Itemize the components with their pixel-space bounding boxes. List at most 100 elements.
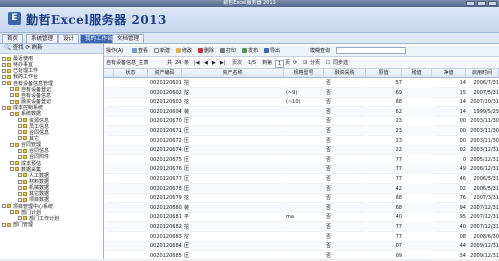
- column-header[interactable]: 残值: [402, 69, 432, 78]
- tab-home[interactable]: 首页: [2, 34, 24, 43]
- expand-toggle-icon[interactable]: [2, 81, 6, 86]
- row-select-checkbox[interactable]: [106, 193, 114, 204]
- column-header[interactable]: 净值: [432, 69, 466, 78]
- row-select-checkbox[interactable]: [106, 241, 114, 252]
- search-icon[interactable]: 🔍: [4, 45, 11, 51]
- row-select-checkbox[interactable]: [106, 126, 114, 136]
- operation-menu-button[interactable]: 操作(A): [106, 47, 123, 55]
- expand-toggle-icon[interactable]: [10, 210, 14, 215]
- tree-node[interactable]: 项目数据: [18, 197, 49, 203]
- expand-toggle-icon[interactable]: [18, 124, 22, 129]
- row-select-checkbox[interactable]: [106, 222, 114, 232]
- column-header[interactable]: 原值: [366, 69, 402, 78]
- tree-node[interactable]: 自有设备登记: [10, 87, 51, 93]
- select-all-column-header[interactable]: [104, 69, 114, 78]
- expand-toggle-icon[interactable]: [2, 74, 6, 79]
- view-button[interactable]: 查看: [132, 47, 148, 55]
- row-select-checkbox[interactable]: [106, 251, 114, 261]
- paging-checkbox[interactable]: ☑: [303, 59, 307, 68]
- publish-button[interactable]: 发布: [242, 47, 258, 55]
- expand-toggle-icon[interactable]: [2, 62, 6, 67]
- tree-node[interactable]: 成本预估: [10, 161, 41, 167]
- prev-page-icon[interactable]: ◀: [204, 59, 208, 68]
- expand-toggle-icon[interactable]: [18, 173, 22, 178]
- row-select-checkbox[interactable]: [106, 155, 114, 165]
- expand-toggle-icon[interactable]: [10, 161, 14, 166]
- column-header[interactable]: 规格型号: [284, 69, 324, 78]
- expand-toggle-icon[interactable]: [10, 111, 14, 116]
- tree-node[interactable]: 人工数据: [18, 173, 49, 179]
- delete-button[interactable]: 删除: [198, 47, 214, 55]
- tree-node[interactable]: 部门管理: [2, 222, 33, 228]
- row-select-checkbox[interactable]: [106, 107, 114, 117]
- tree-node[interactable]: 合同信息: [18, 130, 49, 136]
- expand-toggle-icon[interactable]: [2, 105, 6, 110]
- expand-toggle-icon[interactable]: [18, 185, 22, 190]
- refresh-icon[interactable]: ⟳: [293, 59, 297, 68]
- tab-system[interactable]: 系统管理: [26, 34, 59, 43]
- expand-toggle-icon[interactable]: [18, 197, 22, 202]
- new-button[interactable]: 新建: [154, 47, 170, 55]
- last-page-icon[interactable]: ▶|: [220, 59, 226, 68]
- expand-toggle-icon[interactable]: [18, 130, 22, 135]
- row-select-checkbox[interactable]: [106, 203, 114, 213]
- expand-toggle-icon[interactable]: [18, 191, 22, 196]
- expand-toggle-icon[interactable]: [2, 222, 6, 227]
- row-select-checkbox[interactable]: [106, 174, 114, 184]
- row-select-checkbox[interactable]: [106, 116, 114, 127]
- tab-design[interactable]: 设计: [58, 34, 80, 43]
- expand-toggle-icon[interactable]: [18, 148, 22, 153]
- expand-toggle-icon[interactable]: [10, 99, 14, 104]
- edit-button[interactable]: 修改: [176, 47, 192, 55]
- expand-toggle-icon[interactable]: [2, 56, 6, 61]
- maximize-button[interactable]: [477, 1, 486, 6]
- tree-node[interactable]: 合同附件: [18, 154, 49, 160]
- tree-node[interactable]: 自有设备信息: [10, 93, 51, 99]
- search-button[interactable]: 查找: [13, 45, 24, 51]
- expand-toggle-icon[interactable]: [18, 136, 22, 141]
- row-select-checkbox[interactable]: [106, 212, 114, 223]
- column-header[interactable]: 资产名称: [182, 69, 284, 78]
- expand-toggle-icon[interactable]: [2, 68, 6, 73]
- row-select-checkbox[interactable]: [106, 184, 114, 194]
- row-select-checkbox[interactable]: [106, 78, 114, 88]
- first-page-icon[interactable]: |◀: [194, 59, 200, 68]
- row-select-checkbox[interactable]: [106, 164, 114, 175]
- row-select-checkbox[interactable]: [106, 88, 114, 98]
- column-header[interactable]: 状态: [114, 69, 148, 78]
- refresh-button[interactable]: 刷新: [32, 45, 43, 51]
- expand-toggle-icon[interactable]: [10, 142, 14, 147]
- tree-node[interactable]: 部门计划: [10, 210, 41, 216]
- expand-toggle-icon[interactable]: [10, 93, 14, 98]
- next-page-icon[interactable]: ▶: [212, 59, 216, 68]
- refresh-icon[interactable]: ⟳: [25, 45, 30, 51]
- tree-node[interactable]: 我的工作台: [2, 74, 38, 80]
- row-select-checkbox[interactable]: [106, 232, 114, 242]
- tab-documents[interactable]: 文档管理: [112, 34, 145, 43]
- expand-toggle-icon[interactable]: [10, 87, 14, 92]
- column-header[interactable]: 融资采购: [324, 69, 366, 78]
- minimize-button[interactable]: [466, 1, 475, 6]
- fuzzy-search-input[interactable]: [336, 47, 406, 54]
- expand-toggle-icon[interactable]: [2, 204, 6, 209]
- expand-toggle-icon[interactable]: [18, 216, 22, 221]
- tree-node[interactable]: 资源信息: [18, 118, 49, 124]
- tree-node[interactable]: 自有设备信息管理: [2, 81, 53, 87]
- tree-node[interactable]: 员工信息: [18, 124, 49, 130]
- expand-toggle-icon[interactable]: [18, 179, 22, 184]
- same-step-checkbox[interactable]: ☐: [326, 59, 330, 68]
- tree-node[interactable]: 项目管理中心系统: [2, 204, 53, 210]
- row-select-checkbox[interactable]: [106, 145, 114, 156]
- print-button[interactable]: 打印: [220, 47, 236, 55]
- export-button[interactable]: 导出: [264, 47, 280, 55]
- column-header[interactable]: 资产编码: [148, 69, 182, 78]
- column-header[interactable]: 启用时间: [466, 69, 499, 78]
- tree-node[interactable]: 数据采集: [10, 167, 41, 173]
- tree-node[interactable]: 系统数据: [10, 111, 41, 117]
- expand-toggle-icon[interactable]: [10, 167, 14, 172]
- close-button[interactable]: [488, 1, 497, 6]
- expand-toggle-icon[interactable]: [18, 154, 22, 159]
- row-select-checkbox[interactable]: [106, 97, 114, 108]
- expand-toggle-icon[interactable]: [18, 118, 22, 122]
- tree-node[interactable]: 部门工作计划: [18, 216, 59, 222]
